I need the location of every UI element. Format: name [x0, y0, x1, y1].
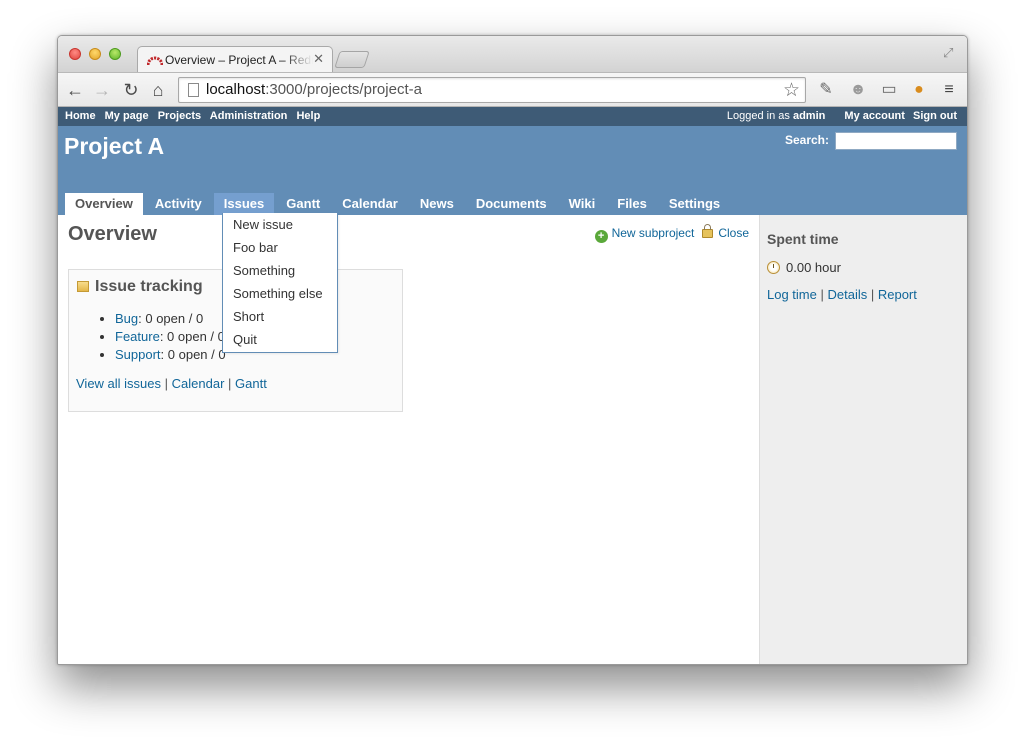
details-link[interactable]: Details: [827, 287, 867, 302]
add-icon: +: [594, 230, 608, 243]
wrench-extension-icon[interactable]: ✎: [816, 80, 836, 100]
top-menu-administration[interactable]: Administration: [210, 110, 288, 122]
report-link[interactable]: Report: [878, 287, 917, 302]
gantt-link[interactable]: Gantt: [235, 376, 267, 391]
reload-icon[interactable]: ↻: [120, 79, 142, 101]
top-menu-help[interactable]: Help: [296, 110, 320, 122]
menu-item-something[interactable]: Something: [233, 263, 295, 278]
current-user-link[interactable]: admin: [793, 110, 825, 122]
logged-in-as: Logged in as admin: [726, 110, 826, 122]
spent-time-title: Spent time: [767, 231, 839, 247]
browser-window: Overview – Project A – Redmine ✕ ⤢ ← → ↻…: [57, 35, 968, 665]
tab-documents[interactable]: Documents: [466, 193, 557, 215]
spent-time-links: Log time | Details | Report: [767, 287, 917, 302]
address-bar[interactable]: localhost:3000/projects/project-a ☆: [178, 77, 806, 103]
log-time-link[interactable]: Log time: [767, 287, 817, 302]
menu-icon[interactable]: ≡: [939, 80, 959, 100]
fullscreen-icon[interactable]: ⤢: [943, 45, 957, 60]
clock-icon: [767, 261, 780, 274]
search-input[interactable]: [835, 132, 957, 150]
project-header: Project A Search: Overview Activity Issues…: [58, 126, 967, 215]
page-icon: [188, 83, 199, 97]
url-text: localhost:3000/projects/project-a: [206, 81, 422, 98]
sign-out-link[interactable]: Sign out: [913, 110, 957, 122]
tab-settings[interactable]: Settings: [659, 193, 730, 215]
tab-wiki[interactable]: Wiki: [559, 193, 606, 215]
bookmark-star-icon[interactable]: ☆: [783, 79, 800, 102]
minimize-window-button[interactable]: [89, 48, 101, 60]
top-menu: Home My page Projects Administration Hel…: [58, 107, 967, 126]
list-item: Bug: 0 open / 0: [115, 310, 226, 328]
tab-news[interactable]: News: [410, 193, 464, 215]
tab-strip: Overview – Project A – Redmine ✕ ⤢: [58, 36, 967, 73]
top-menu-home[interactable]: Home: [65, 110, 96, 122]
menu-item-quit[interactable]: Quit: [233, 332, 257, 347]
tab-overview[interactable]: Overview: [65, 193, 143, 215]
issue-box-links: View all issues | Calendar | Gantt: [76, 376, 267, 391]
tracker-bug-link[interactable]: Bug: [115, 311, 138, 326]
menu-item-new-issue[interactable]: New issue: [233, 217, 293, 232]
tab-close-icon[interactable]: ✕: [313, 51, 324, 67]
page-viewport: Home My page Projects Administration Hel…: [58, 107, 967, 664]
project-title: Project A: [64, 133, 165, 159]
cookie-extension-icon[interactable]: ●: [909, 80, 929, 100]
contextual-actions: + New subproject Close: [594, 224, 749, 243]
close-project-link[interactable]: Close: [718, 226, 749, 240]
tab-files[interactable]: Files: [607, 193, 657, 215]
top-menu-projects[interactable]: Projects: [158, 110, 201, 122]
home-icon[interactable]: ⌂: [147, 79, 169, 101]
new-tab-button[interactable]: [334, 51, 370, 68]
new-subproject-link[interactable]: New subproject: [612, 226, 695, 240]
menu-item-short[interactable]: Short: [233, 309, 264, 324]
alien-extension-icon[interactable]: ☻: [848, 80, 868, 100]
main-menu: Overview Activity Issues Gantt Calendar News D…: [65, 193, 732, 215]
spent-time-hours: 0.00 hour: [767, 260, 841, 275]
list-item: Support: 0 open / 0: [115, 346, 226, 364]
sidebar: Spent time 0.00 hour Log time | Details …: [759, 215, 967, 664]
search-label: Search:: [784, 133, 829, 147]
close-window-button[interactable]: [69, 48, 81, 60]
ticket-icon: [77, 281, 89, 292]
lock-icon: [702, 224, 714, 238]
cast-icon[interactable]: ▭: [879, 80, 899, 100]
tab-issues[interactable]: Issues: [213, 193, 275, 215]
menu-item-foo-bar[interactable]: Foo bar: [233, 240, 278, 255]
browser-tab-active[interactable]: Overview – Project A – Redmine ✕: [137, 46, 333, 73]
back-icon[interactable]: ←: [64, 79, 86, 101]
forward-icon[interactable]: →: [91, 79, 113, 101]
top-menu-my-page[interactable]: My page: [105, 110, 149, 122]
view-all-issues-link[interactable]: View all issues: [76, 376, 161, 391]
issues-dropdown-menu: New issue Foo bar Something Something el…: [222, 213, 338, 353]
browser-toolbar: ← → ↻ ⌂ localhost:3000/projects/project-…: [58, 72, 967, 107]
tab-activity[interactable]: Activity: [145, 193, 212, 215]
issue-tracking-title: Issue tracking: [77, 278, 203, 296]
page-title: Overview: [68, 223, 157, 245]
my-account-link[interactable]: My account: [844, 110, 905, 122]
tab-title: Overview – Project A – Redmine: [165, 53, 313, 67]
list-item: Feature: 0 open / 0: [115, 328, 226, 346]
tracker-feature-link[interactable]: Feature: [115, 329, 160, 344]
calendar-link[interactable]: Calendar: [172, 376, 225, 391]
tracker-list: Bug: 0 open / 0 Feature: 0 open / 0 Supp…: [99, 310, 226, 364]
menu-item-something-else[interactable]: Something else: [233, 286, 323, 301]
redmine-favicon-icon: [147, 56, 163, 66]
tab-calendar[interactable]: Calendar: [332, 193, 408, 215]
tracker-support-link[interactable]: Support: [115, 347, 161, 362]
zoom-window-button[interactable]: [109, 48, 121, 60]
tab-gantt[interactable]: Gantt: [276, 193, 330, 215]
